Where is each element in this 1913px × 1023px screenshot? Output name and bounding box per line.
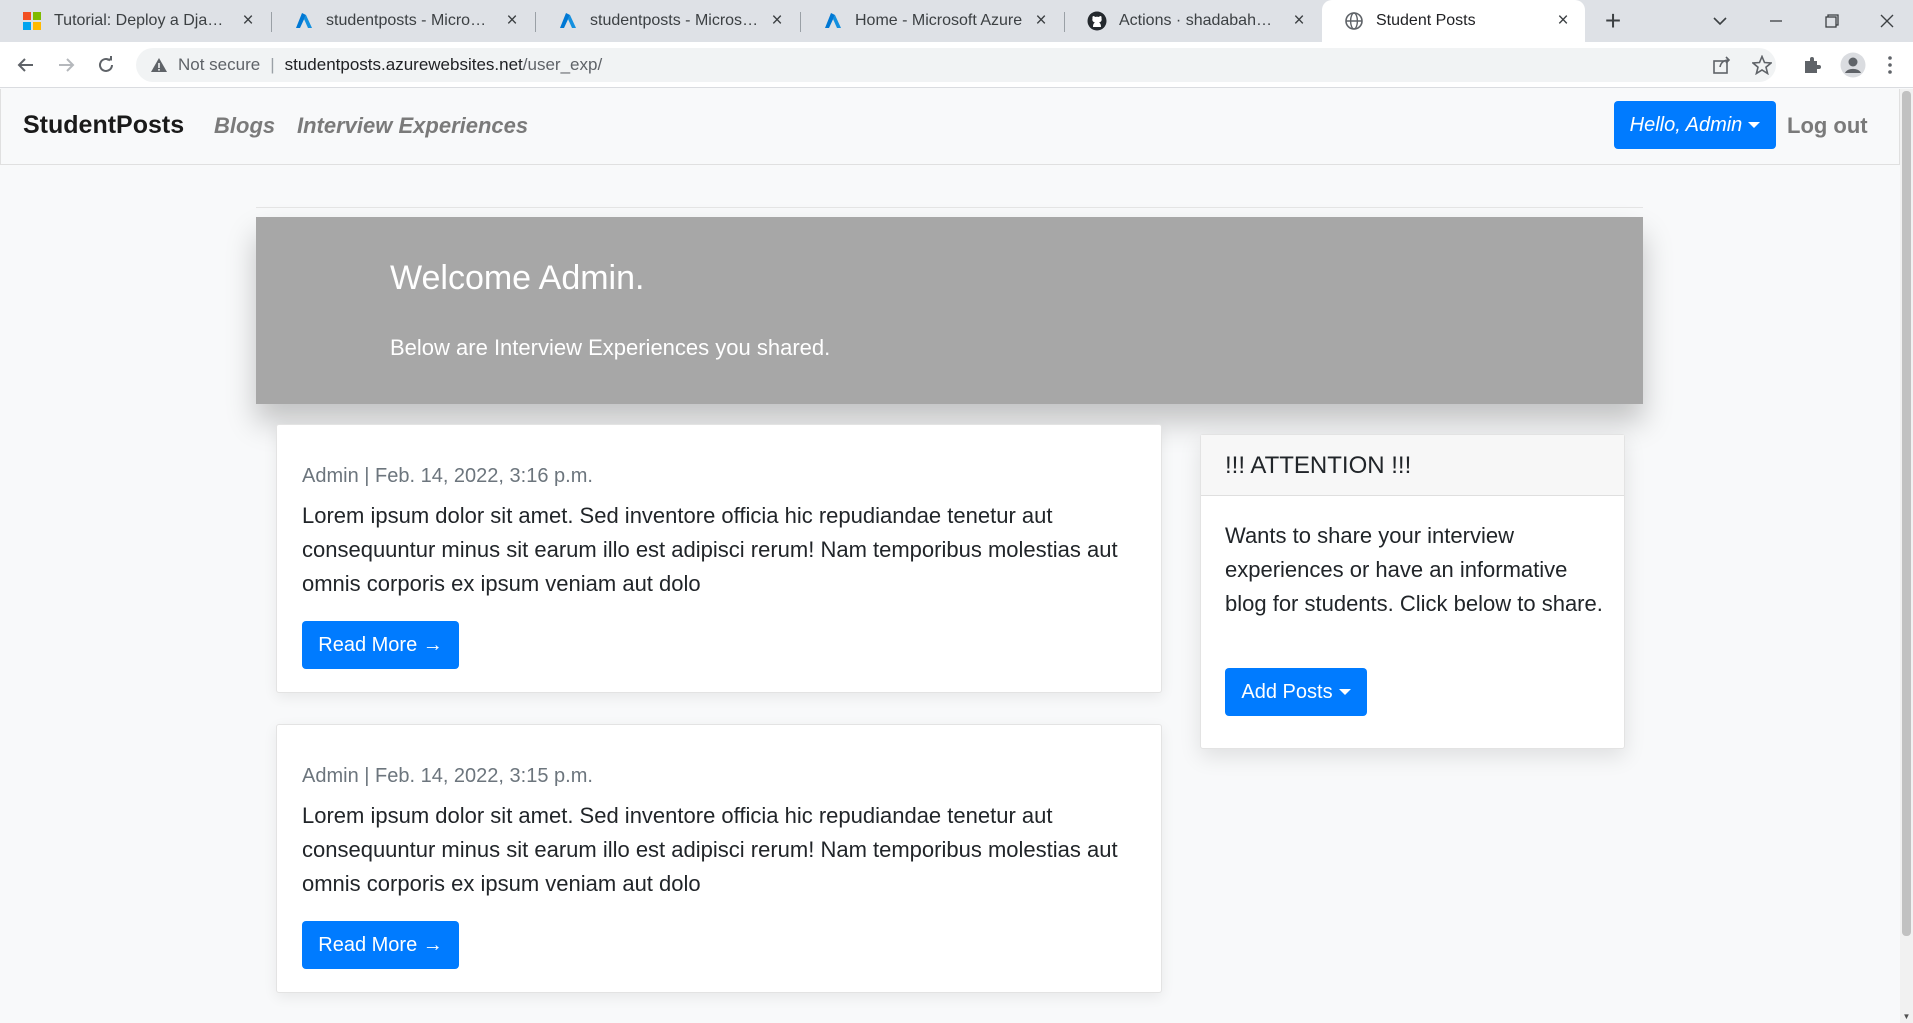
logout-link[interactable]: Log out <box>1787 113 1868 139</box>
close-icon[interactable]: × <box>1553 11 1573 31</box>
restore-icon <box>1825 14 1839 28</box>
nav-link-interview-experiences[interactable]: Interview Experiences <box>297 113 528 139</box>
user-menu-label: Hello, Admin <box>1629 113 1743 136</box>
tab-azure-home[interactable]: Home - Microsoft Azure × <box>801 0 1063 42</box>
kebab-menu-icon[interactable] <box>1883 54 1897 76</box>
security-status[interactable]: Not secure <box>178 55 260 75</box>
tab-title: studentposts - Microsoft Az <box>326 12 494 29</box>
address-bar[interactable]: Not secure | studentposts.azurewebsites.… <box>136 48 1776 82</box>
tab-studentposts-2[interactable]: studentposts - Microsoft Az × <box>536 0 799 42</box>
azure-icon <box>558 11 578 31</box>
tab-student-posts[interactable]: Student Posts × <box>1322 0 1585 42</box>
microsoft-logo-icon <box>22 11 42 31</box>
github-icon <box>1087 11 1107 31</box>
divider <box>256 207 1643 208</box>
post-excerpt: Lorem ipsum dolor sit amet. Sed inventor… <box>302 803 1118 896</box>
scroll-down-arrow-icon[interactable]: ▼ <box>1902 1012 1911 1021</box>
globe-icon <box>1344 11 1364 31</box>
caret-down-icon <box>1338 689 1351 695</box>
add-posts-label: Add Posts <box>1241 680 1333 703</box>
add-posts-button[interactable]: Add Posts <box>1225 668 1367 716</box>
back-button[interactable] <box>10 49 42 81</box>
tab-strip: Tutorial: Deploy a Django a × studentpos… <box>0 0 1913 42</box>
arrow-left-icon <box>17 58 33 72</box>
brand-logo[interactable]: StudentPosts <box>23 111 184 140</box>
post-card: Admin | Feb. 14, 2022, 3:15 p.m. Lorem i… <box>276 724 1162 993</box>
tab-title: Home - Microsoft Azure <box>855 12 1023 29</box>
post-meta: Admin | Feb. 14, 2022, 3:15 p.m. <box>302 765 593 787</box>
new-tab-button[interactable]: + <box>1596 4 1630 38</box>
forward-button[interactable] <box>50 49 82 81</box>
address-divider: | <box>270 55 275 74</box>
post-meta: Admin | Feb. 14, 2022, 3:16 p.m. <box>302 465 593 487</box>
tab-search-button[interactable] <box>1693 0 1747 42</box>
tab-github-actions[interactable]: Actions · shadabahmad01/S × <box>1065 0 1321 42</box>
close-icon <box>1880 14 1894 28</box>
minimize-button[interactable] <box>1749 0 1803 42</box>
tab-title: Tutorial: Deploy a Django a <box>54 12 230 29</box>
welcome-jumbotron: Welcome Admin. Below are Interview Exper… <box>256 217 1643 404</box>
reload-button[interactable] <box>90 49 122 81</box>
minimize-icon <box>1770 20 1782 22</box>
post-excerpt: Lorem ipsum dolor sit amet. Sed inventor… <box>302 503 1118 596</box>
attention-card: !!! ATTENTION !!! Wants to share your in… <box>1200 434 1625 749</box>
tab-studentposts-1[interactable]: studentposts - Microsoft Az × <box>272 0 534 42</box>
caret-down-icon <box>1748 122 1761 128</box>
read-more-button[interactable]: Read More → <box>302 921 459 969</box>
scrollbar-thumb[interactable] <box>1902 91 1911 936</box>
share-icon[interactable] <box>1711 54 1733 76</box>
azure-icon <box>294 11 314 31</box>
user-menu-button[interactable]: Hello, Admin <box>1614 101 1776 149</box>
tab-title: Student Posts <box>1376 12 1476 29</box>
browser-toolbar: Not secure | studentposts.azurewebsites.… <box>0 42 1913 88</box>
page-title: Welcome Admin. <box>390 259 645 297</box>
close-icon[interactable]: × <box>238 11 258 31</box>
azure-icon <box>823 11 843 31</box>
site-navbar: StudentPosts Blogs Interview Experiences… <box>0 89 1900 165</box>
tab-title: studentposts - Microsoft Az <box>590 12 759 29</box>
warning-icon[interactable] <box>150 56 168 74</box>
tab-tutorial[interactable]: Tutorial: Deploy a Django a × <box>0 0 270 42</box>
close-icon[interactable]: × <box>1031 11 1051 31</box>
arrow-right-icon <box>59 58 75 72</box>
tab-title: Actions · shadabahmad01/S <box>1119 12 1281 29</box>
reload-icon <box>99 56 113 72</box>
close-icon[interactable]: × <box>767 11 787 31</box>
extensions-icon[interactable] <box>1801 54 1823 76</box>
url-path: /user_exp/ <box>522 55 603 74</box>
chevron-down-icon <box>1713 17 1727 26</box>
close-window-button[interactable] <box>1861 0 1913 42</box>
page-scrollbar[interactable]: ▼ <box>1900 89 1913 1023</box>
nav-link-blogs[interactable]: Blogs <box>214 113 275 139</box>
url-host: studentposts.azurewebsites.net <box>284 55 523 74</box>
page-subtitle: Below are Interview Experiences you shar… <box>390 335 831 360</box>
read-more-button[interactable]: Read More → <box>302 621 459 669</box>
close-icon[interactable]: × <box>502 11 522 31</box>
page-viewport: StudentPosts Blogs Interview Experiences… <box>0 89 1913 1023</box>
attention-card-title: !!! ATTENTION !!! <box>1201 435 1624 496</box>
profile-avatar-icon[interactable] <box>1840 52 1866 78</box>
close-icon[interactable]: × <box>1289 11 1309 31</box>
attention-card-text: Wants to share your interview experience… <box>1225 523 1603 616</box>
restore-button[interactable] <box>1805 0 1859 42</box>
post-card: Admin | Feb. 14, 2022, 3:16 p.m. Lorem i… <box>276 424 1162 693</box>
star-icon[interactable] <box>1751 54 1773 76</box>
